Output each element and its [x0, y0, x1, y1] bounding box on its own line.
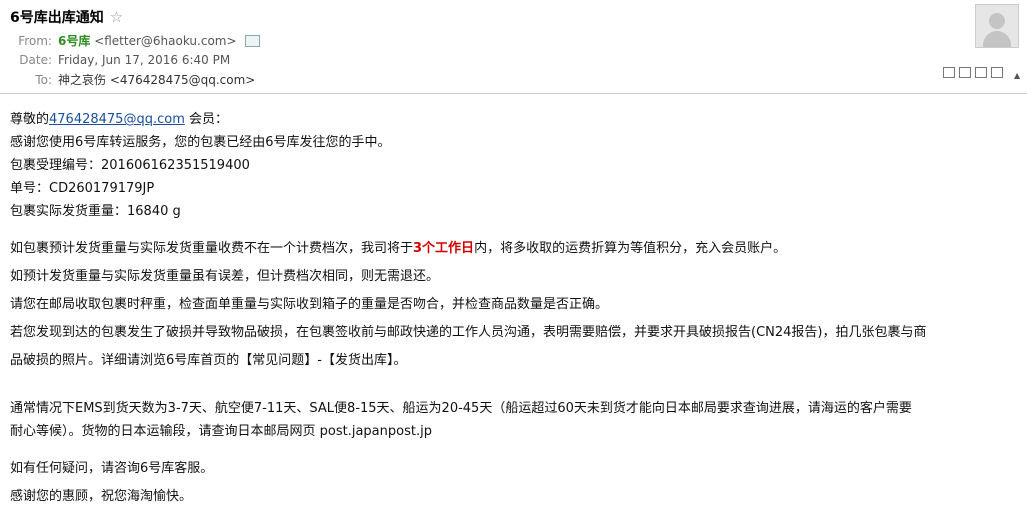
closing-block: 如有任何疑问，请咨询6号库客服。 感谢您的惠顾，祝您海淘愉快。: [10, 455, 1015, 511]
date-row: Date: Friday, Jun 17, 2016 6:40 PM: [0, 53, 230, 67]
message-toolbar: [943, 67, 1007, 81]
greeting-line: 尊敬的476428475@qq.com 会员：: [10, 108, 1015, 131]
notice-block: 如包裹预计发货重量与实际发货重量收费不在一个计费档次，我司将于3个工作日内，将多…: [10, 235, 1015, 375]
attachment-icon[interactable]: [975, 67, 987, 78]
sender-name[interactable]: 6号库: [58, 34, 90, 48]
date-label: Date:: [19, 53, 52, 67]
refund-notice: 如包裹预计发货重量与实际发货重量收费不在一个计费档次，我司将于3个工作日内，将多…: [10, 235, 1015, 263]
damage-notice-b: 品破损的照片。详细请浏览6号库首页的【常见问题】-【发货出库】。: [10, 353, 407, 368]
avatar-body-shape: [983, 31, 1011, 47]
from-row: From: 6号库 <fletter@6haoku.com>: [0, 32, 260, 49]
refund-text-a: 如包裹预计发货重量与实际发货重量收费不在一个计费档次，我司将于: [10, 241, 414, 256]
greeting-suffix: 会员：: [184, 112, 228, 127]
contact-card-icon[interactable]: [244, 34, 260, 47]
collapse-icon[interactable]: [959, 67, 971, 78]
scroll-up-icon[interactable]: ▲: [1014, 71, 1020, 80]
tracking-number-line: 单号：CD260179179JP: [10, 181, 155, 196]
shipping-time-b: 耐心等候）。货物的日本运输段，请查询日本邮局网页 post.japanpost.…: [10, 424, 432, 439]
member-email-link[interactable]: 476428475@qq.com: [49, 112, 185, 127]
to-label: To:: [35, 73, 52, 87]
sender-avatar: [975, 4, 1019, 48]
no-refund-notice: 如预计发货重量与实际发货重量虽有误差，但计费档次相同，则无需退还。: [10, 269, 440, 284]
open-window-icon[interactable]: [943, 67, 955, 78]
thanks-closing: 感谢您的惠顾，祝您海淘愉快。: [10, 489, 193, 504]
from-label: From:: [18, 34, 52, 48]
package-number-line: 包裹受理编号：201606162351519400: [10, 158, 250, 173]
weigh-notice: 请您在邮局收取包裹时秤重，检查面单重量与实际收到箱子的重量是否吻合，并检查商品数…: [10, 297, 609, 312]
highlight-days: 3个工作日: [413, 241, 475, 256]
recipient[interactable]: 神之哀伤 <476428475@qq.com>: [58, 73, 255, 87]
subject-text: 6号库出库通知: [10, 10, 104, 26]
greeting-prefix: 尊敬的: [10, 112, 50, 127]
contact-line: 如有任何疑问，请咨询6号库客服。: [10, 461, 214, 476]
thanks-line: 感谢您使用6号库转运服务，您的包裹已经由6号库发往您的手中。: [10, 135, 391, 150]
to-row: To: 神之哀伤 <476428475@qq.com>: [0, 71, 255, 88]
refund-text-b: 内，将多收取的运费折算为等值积分，充入会员账户。: [474, 241, 787, 256]
email-body: 尊敬的476428475@qq.com 会员： 感谢您使用6号库转运服务，您的包…: [10, 108, 1015, 511]
print-icon[interactable]: [991, 67, 1003, 78]
damage-notice-a: 若您发现到达的包裹发生了破损并导致物品破损，在包裹签收前与邮政快递的工作人员沟通…: [10, 325, 927, 340]
star-icon[interactable]: ☆: [110, 8, 123, 26]
weight-line: 包裹实际发货重量：16840 g: [10, 204, 181, 219]
sender-email[interactable]: <fletter@6haoku.com>: [94, 34, 236, 48]
email-subject: 6号库出库通知 ☆: [10, 7, 123, 27]
email-header: 6号库出库通知 ☆ From: 6号库 <fletter@6haoku.com> D…: [0, 0, 1027, 94]
date-value: Friday, Jun 17, 2016 6:40 PM: [58, 53, 231, 67]
avatar-head-shape: [989, 13, 1005, 29]
shipping-time-a: 通常情况下EMS到货天数为3-7天、航空便7-11天、SAL便8-15天、船运为…: [10, 401, 912, 416]
